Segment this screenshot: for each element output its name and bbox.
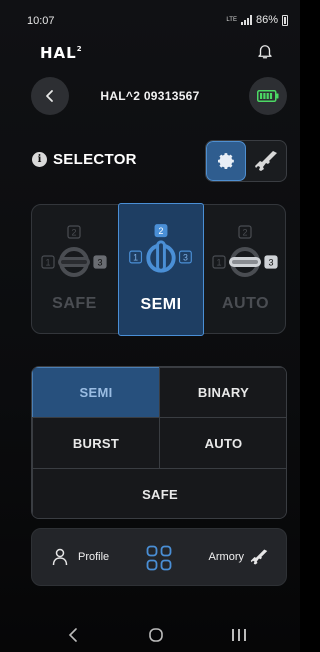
svg-text:3: 3: [97, 258, 102, 268]
battery-percent: 86%: [255, 14, 278, 26]
selector-position-safe[interactable]: 2 1 3 SAFE: [32, 205, 117, 335]
bottom-nav: Profile Armory: [31, 528, 287, 586]
bell-icon[interactable]: [256, 42, 274, 60]
svg-text:2: 2: [242, 228, 247, 238]
weapon-view-button[interactable]: [246, 141, 286, 181]
selector-switch-graphic: 2 1 3: [129, 224, 192, 273]
nav-armory[interactable]: Armory: [209, 548, 268, 566]
signal-icon: [240, 15, 252, 25]
network-type: LTE: [226, 17, 237, 23]
mode-safe-button[interactable]: SAFE: [32, 468, 286, 518]
rifle-icon: [250, 549, 268, 565]
selector-label: SAFE: [52, 295, 97, 312]
status-time: 10:07: [27, 15, 55, 27]
grid-icon[interactable]: [146, 545, 172, 571]
system-recents-button[interactable]: [229, 626, 249, 644]
selector-heading: i SELECTOR: [32, 151, 137, 168]
gear-icon: [218, 153, 234, 169]
selector-position-semi[interactable]: 2 1 3 SEMI: [118, 203, 204, 336]
selector-label: AUTO: [221, 295, 270, 312]
svg-text:1: 1: [133, 252, 138, 262]
svg-text:1: 1: [45, 258, 50, 268]
mode-binary-button[interactable]: BINARY: [159, 367, 286, 418]
chevron-left-icon: [68, 628, 77, 642]
system-back-button[interactable]: [63, 626, 83, 644]
svg-text:3: 3: [183, 252, 188, 262]
selector-switch-graphic: 2 1 3: [212, 225, 278, 277]
rifle-icon: [255, 151, 278, 171]
home-circle-icon: [149, 628, 163, 642]
person-icon: [52, 548, 68, 566]
svg-text:3: 3: [268, 258, 273, 268]
view-toggle: [205, 140, 287, 182]
nav-armory-label: Armory: [208, 551, 244, 563]
selector-switch-graphic: 2 1 3: [41, 225, 107, 277]
battery-icon: [257, 90, 279, 102]
mode-semi-button[interactable]: SEMI: [32, 367, 160, 418]
settings-view-button[interactable]: [206, 141, 247, 181]
status-bar: 10:07 LTE 86%: [0, 0, 300, 40]
selector-title: SELECTOR: [53, 151, 137, 168]
recents-icon: [232, 629, 246, 641]
svg-text:2: 2: [71, 228, 76, 238]
nav-profile[interactable]: Profile: [52, 548, 109, 566]
app-screen: 10:07 LTE 86% HAL2 HAL^2 09313567 i SELE…: [0, 0, 300, 652]
device-battery-button[interactable]: [249, 77, 287, 115]
selector-label: SEMI: [140, 296, 182, 313]
app-logo: HAL2: [40, 44, 83, 62]
selector-position-auto[interactable]: 2 1 3 AUTO: [203, 205, 288, 335]
info-icon[interactable]: i: [32, 152, 47, 167]
mode-auto-button[interactable]: AUTO: [159, 417, 286, 469]
nav-profile-label: Profile: [78, 551, 110, 563]
system-home-button[interactable]: [146, 626, 166, 644]
fire-mode-grid: SEMI BINARY BURST AUTO SAFE: [31, 366, 287, 519]
status-indicators: LTE 86%: [226, 14, 288, 26]
svg-text:1: 1: [216, 258, 221, 268]
svg-text:2: 2: [159, 226, 164, 236]
system-nav-bar: [0, 618, 300, 652]
mode-burst-button[interactable]: BURST: [32, 417, 160, 469]
phone-battery-icon: [282, 14, 288, 26]
selector-panel: 2 1 3 SAFE 2 1 3 SEMI 2 1 3 AUTO: [31, 203, 288, 336]
